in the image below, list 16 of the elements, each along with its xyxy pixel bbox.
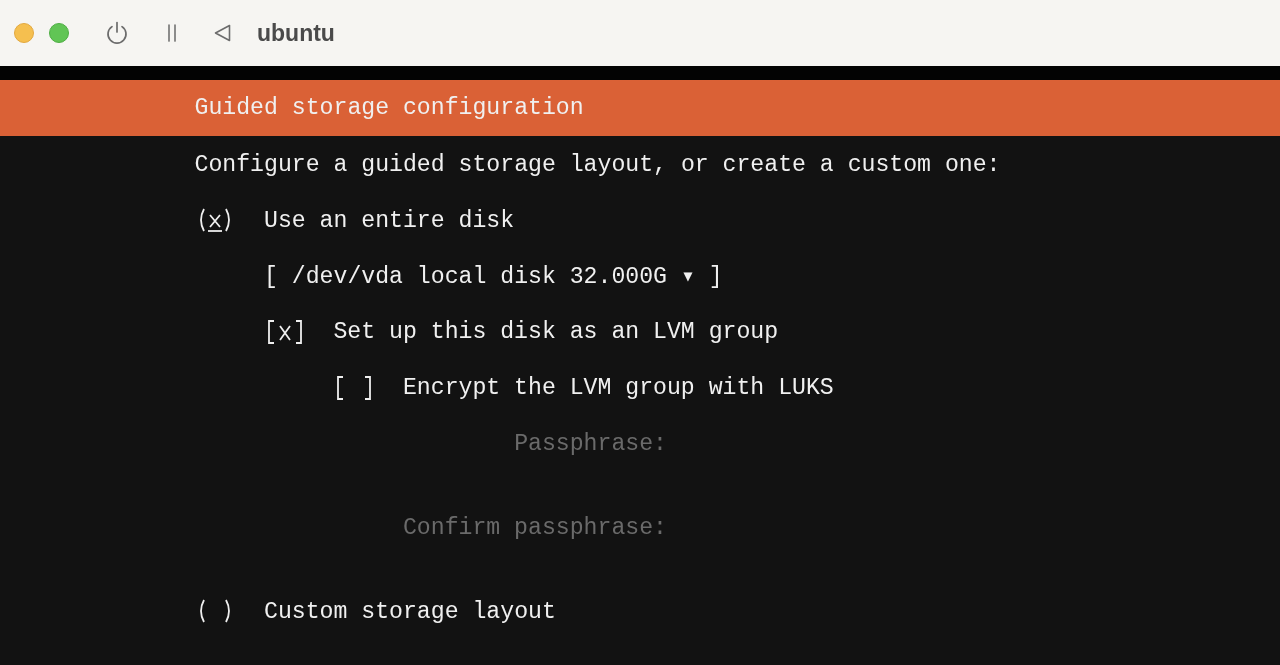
checkbox-option[interactable]: Set up this disk as an LVM group	[264, 318, 779, 347]
prompt-text: Configure a guided storage layout, or create a custom one:	[194, 151, 1001, 179]
passphrase-label: Passphrase:	[514, 430, 667, 458]
pause-icon[interactable]	[167, 24, 177, 42]
radio-option[interactable]: Use an entire disk	[194, 206, 515, 235]
checkbox-icon[interactable]	[266, 319, 303, 345]
radio-option[interactable]: Custom storage layout	[194, 597, 556, 626]
checkbox-icon[interactable]	[336, 375, 373, 401]
passphrase-label: Confirm passphrase:	[402, 513, 667, 542]
back-icon[interactable]	[214, 24, 231, 42]
checkbox-option[interactable]: Encrypt the LVM group with LUKS	[333, 374, 834, 403]
power-icon[interactable]	[105, 21, 129, 45]
window-title: ubuntu	[257, 19, 335, 47]
disk-dropdown[interactable]: [ /dev/vda local disk 32.000G ▾ ]	[264, 262, 723, 291]
maximize-icon[interactable]	[49, 23, 69, 43]
screen-title: Guided storage configuration	[194, 95, 584, 121]
